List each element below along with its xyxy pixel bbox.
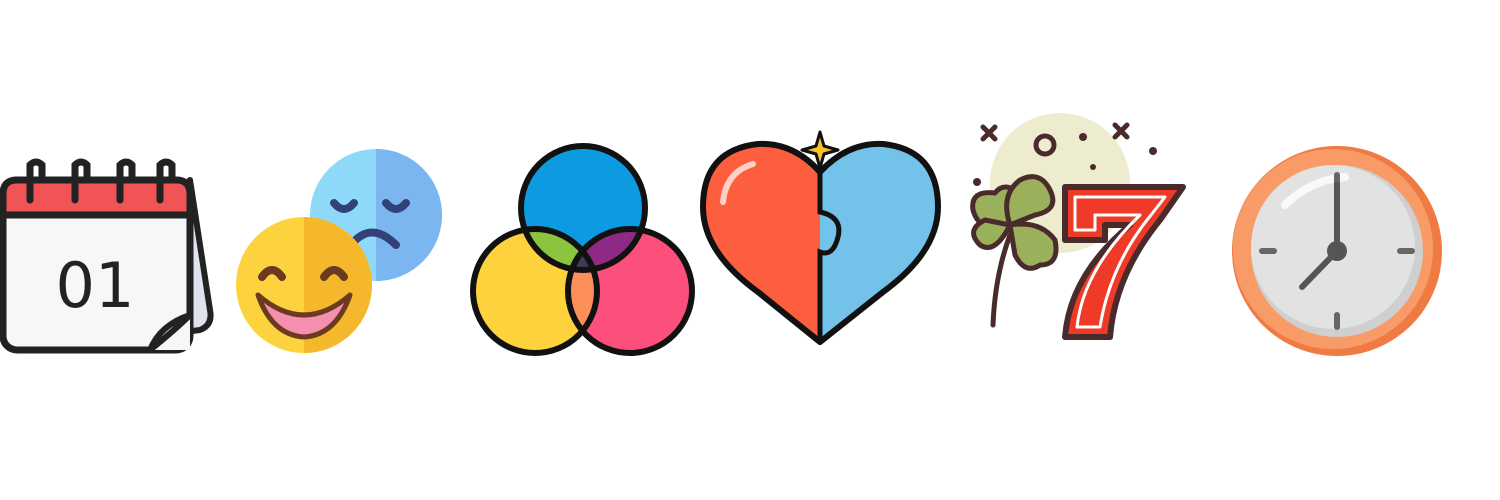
puzzle-heart-icon [698,130,942,345]
calendar-date-text: 01 [56,249,135,322]
wall-clock-icon [1230,145,1445,357]
lucky-seven-clover-icon [965,113,1187,340]
happy-sad-emoji-icon [236,145,446,357]
color-venn-icon [470,143,698,357]
calendar-icon: 01 [0,155,215,355]
